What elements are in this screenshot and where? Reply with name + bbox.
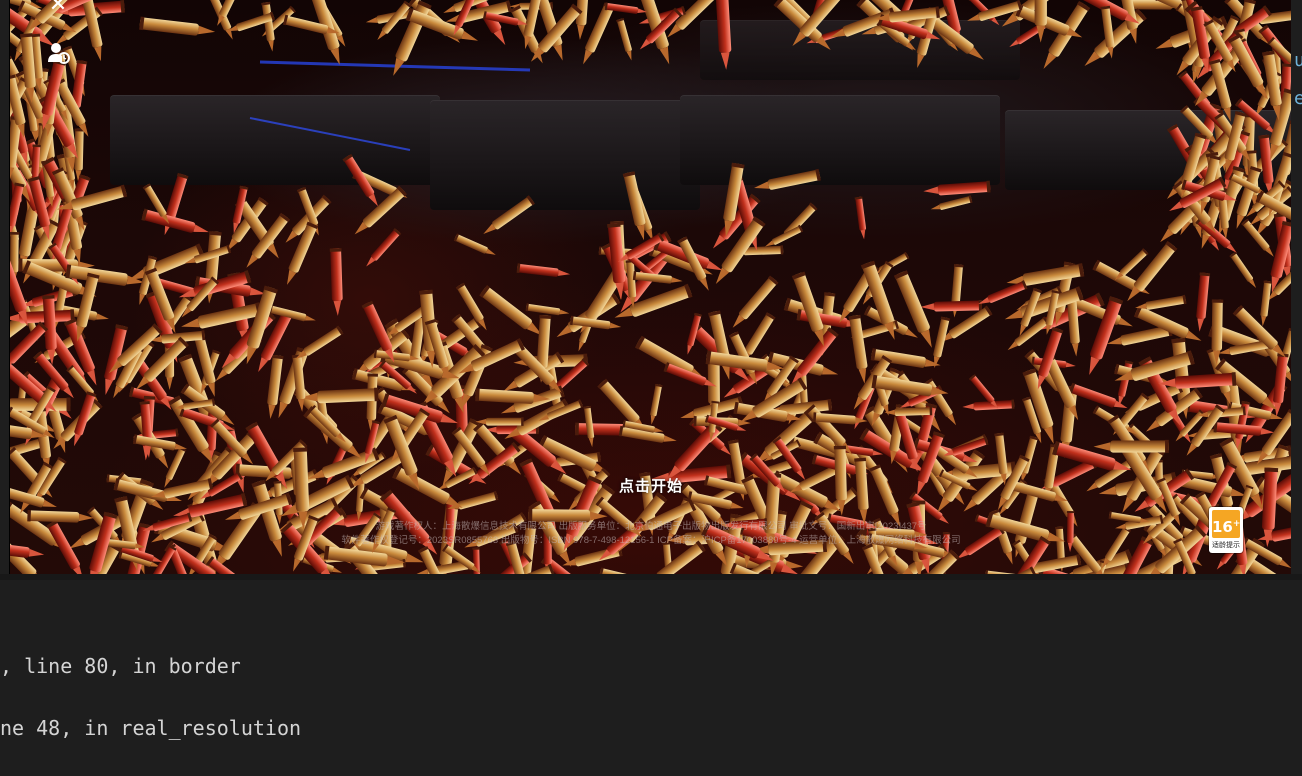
terminal-left-edge <box>0 0 10 574</box>
bullet-cartridge <box>329 248 343 316</box>
bullet-cartridge <box>1229 251 1257 289</box>
copyright-line-1: 游戏著作权人：上海散爆信息技术有限公司 出版服务单位：北京伯通电子出版物出版发行… <box>375 521 927 532</box>
age-rating-plus: + <box>1232 519 1241 529</box>
bullet-cartridge <box>483 195 535 235</box>
game-window[interactable] <box>10 0 1291 574</box>
bullet-cartridge <box>1127 240 1178 302</box>
user-account-icon[interactable] <box>46 40 72 66</box>
bullet-cartridge <box>930 195 973 210</box>
bullet-cartridge <box>978 280 1028 305</box>
terminal-line: ne 48, in real_resolution <box>0 716 302 740</box>
bullet-cartridge <box>893 270 932 348</box>
bullet-cartridge <box>139 16 216 36</box>
bullet-cartridge <box>525 303 570 316</box>
bullet-cartridge <box>650 383 663 425</box>
bullet-cartridge <box>308 404 346 443</box>
bullet-cartridge <box>1196 272 1211 332</box>
bullet-cartridge <box>616 17 632 61</box>
age-rating-value: 16 <box>1212 518 1233 536</box>
start-game-button[interactable] <box>610 470 710 498</box>
bullet-cartridge <box>933 316 951 368</box>
bullet-cartridge <box>1093 439 1169 453</box>
bullet-cartridge <box>599 567 638 574</box>
bullet-cartridge <box>923 180 991 196</box>
bullet-cartridge <box>854 196 867 240</box>
bullet-cartridge <box>74 391 97 447</box>
bullet-cartridge <box>366 228 402 267</box>
close-icon[interactable]: ✕ <box>46 0 70 16</box>
bullet-cartridge <box>715 0 732 70</box>
age-rating-number: 16+ <box>1212 510 1240 538</box>
bullet-cartridge <box>479 285 543 336</box>
bullet-cartridge <box>453 233 496 255</box>
bullet-cartridge <box>354 185 407 235</box>
bullet-cartridge <box>754 168 821 190</box>
copyright-line-2: 软件著作权登记号：2023SR0855763 出版物号：ISBN 978-7-4… <box>341 535 961 546</box>
bullet-cartridge <box>516 263 571 277</box>
bullet-cartridge <box>920 299 983 312</box>
bullet-cartridge <box>622 171 646 241</box>
terminal-right-edge: u e <box>1291 0 1302 574</box>
screen: ✕ 点击开始 游戏著作权人：上海散爆信息技术有限公司 出版服务单位：北京伯通电子… <box>0 0 1302 776</box>
bullet-cartridge <box>208 0 233 40</box>
age-rating-caption: 适龄提示 <box>1212 542 1240 549</box>
age-rating-badge: 16+ 适龄提示 <box>1209 507 1243 553</box>
copyright-notice: 游戏著作权人：上海散爆信息技术有限公司 出版服务单位：北京伯通电子出版物出版发行… <box>0 520 1302 548</box>
bullet-cartridge <box>765 224 804 247</box>
terminal-output[interactable]: , line 80, in border ne 48, in real_reso… <box>0 574 1302 776</box>
bullet-cartridge <box>1260 280 1273 327</box>
bullet-cartridge <box>268 304 316 322</box>
terminal-line: , line 80, in border <box>0 654 241 678</box>
bullet-cartridge <box>1034 0 1048 43</box>
terminal-right-char: u <box>1294 50 1302 71</box>
terminal-right-char: e <box>1294 88 1302 109</box>
bullet-cartridge <box>848 314 868 384</box>
bullet-cartridge <box>575 0 590 40</box>
bullet-cartridge <box>1241 218 1274 257</box>
